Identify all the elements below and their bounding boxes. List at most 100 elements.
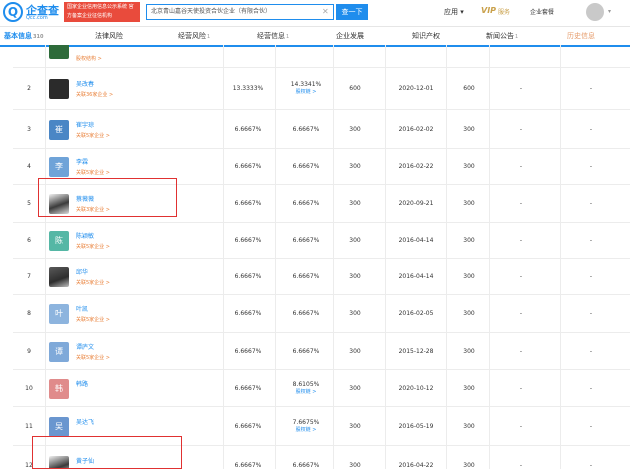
tab-basic-info[interactable]: 基本信息310 [4,27,43,45]
qcc-logo[interactable]: Q 企查查 Qcc.com [3,2,63,24]
related-info: - [589,423,593,430]
top-header: Q 企查查 Qcc.com 国家企业信用信息公示系统 官方备案企业征信机构 北京… [0,0,630,27]
ratio-value: 13.3333% [232,85,264,92]
related-info: - [589,237,593,244]
avatar[interactable]: 李 [49,157,69,177]
shareholder-name[interactable]: 李霖 [76,157,88,166]
paid-amount: 300 [463,310,475,317]
paid-amount: 300 [463,273,475,280]
chevron-down-icon[interactable]: ▾ [608,8,611,15]
clear-icon[interactable]: ✕ [322,7,329,17]
shareholder-name[interactable]: 吴改春 [76,79,94,88]
equity-chain-link[interactable]: 股权链 > [278,88,334,95]
related-companies-link[interactable]: 关联5家企业 > [76,169,110,176]
related-companies-link[interactable]: 关联5家企业 > [76,354,110,361]
subscribed-amount: 300 [349,462,361,469]
tab-label: 企业发展 [336,32,364,40]
shareholder-name[interactable]: 韩路 [76,379,88,388]
tab-count: 1 [286,34,290,40]
related-companies-link[interactable]: 关联5家企业 > [76,132,110,139]
equity-structure-link[interactable]: 股权结构 > [76,55,102,62]
paid-date: - [519,85,523,92]
tab-label: 历史信息 [567,32,595,40]
shareholder-name[interactable]: 陈颖敏 [76,231,94,240]
tab-label: 知识产权 [412,32,440,40]
section-tabs: 基本信息310 法律风险 经营风险1 经营信息1 企业发展 知识产权 新闻公告1… [0,27,630,47]
nav-apps[interactable]: 应用 ▾ [444,7,464,17]
subscribed-amount: 300 [349,310,361,317]
avatar[interactable] [49,267,69,287]
shareholder-table: 股权结构 > 2 吴改春 关联36家企业 >13.3333% 14.3341% 股权链 … [13,45,630,469]
paid-date: - [519,237,523,244]
final-benefit-cell: 14.3341% 股权链 > [278,81,334,95]
row-number: 11 [25,423,33,430]
tab-business-info[interactable]: 经营信息1 [257,27,289,45]
avatar[interactable]: 吴 [49,417,69,437]
promo-banner[interactable]: 国家企业信用信息公示系统 官方备案企业征信机构 [64,2,140,22]
paid-date: - [519,126,523,133]
shareholder-name[interactable]: 邱华 [76,267,88,276]
avatar[interactable]: 韩 [49,379,69,399]
logo-domain: Qcc.com [26,15,48,21]
paid-amount: 300 [463,348,475,355]
paid-date: - [519,200,523,207]
shareholder-name[interactable]: 崔宇琼 [76,120,94,129]
paid-date: - [519,462,523,469]
search-button[interactable]: 查一下 [336,4,368,20]
nav-vip-service[interactable]: 服务 [498,7,510,16]
final-benefit-value: 14.3341% [290,81,322,88]
avatar[interactable] [49,79,69,99]
table-row: 6 陈陈颖敏 关联5家企业 > 6.6667% 6.6667% 300 2016-04-14… [13,223,630,259]
avatar[interactable]: 崔 [49,120,69,140]
tab-label: 法律风险 [95,32,123,40]
related-companies-link[interactable]: 关联5家企业 > [76,316,110,323]
highlight-box [32,436,182,469]
nav-apps-label: 应用 [444,8,458,16]
related-info: - [589,310,593,317]
ratio-value: 6.6667% [234,462,262,469]
nav-enterprise-package[interactable]: 企业套餐 [530,7,554,16]
tab-news[interactable]: 新闻公告1 [486,27,518,45]
tab-legal-risk[interactable]: 法律风险 [95,27,123,45]
related-companies-link[interactable]: 关联5家企业 > [76,243,110,250]
final-benefit-value: 8.6105% [292,381,320,388]
shareholder-name[interactable]: 谭庐文 [76,342,94,351]
ratio-value: 6.6667% [234,237,262,244]
search-input[interactable]: 北京青山嘉谷天使投资合伙企业（有限合伙） [146,4,334,20]
avatar[interactable]: 陈 [49,231,69,251]
avatar[interactable]: 谭 [49,342,69,362]
tab-label: 经营信息 [257,32,285,40]
related-info: - [589,163,593,170]
row-number: 3 [27,126,31,133]
user-avatar[interactable] [586,3,604,21]
shareholder-name[interactable]: 叶凯 [76,304,88,313]
vip-icon[interactable]: VIP [481,6,496,15]
paid-amount: 300 [463,163,475,170]
subscribed-date: 2016-05-19 [398,423,434,430]
tab-development[interactable]: 企业发展 [336,27,364,45]
tab-ip[interactable]: 知识产权 [412,27,440,45]
equity-chain-link[interactable]: 股权链 > [278,388,334,395]
final-benefit-value: 6.6667% [292,126,320,133]
related-companies-link[interactable]: 关联36家企业 > [76,91,113,98]
related-companies-link[interactable]: 关联5家企业 > [76,279,110,286]
related-info: - [589,273,593,280]
subscribed-date: 2016-04-14 [398,273,434,280]
final-benefit-cell: 8.6105% 股权链 > [278,381,334,395]
tab-history[interactable]: 历史信息 [567,27,595,45]
row-number: 6 [27,237,31,244]
subscribed-date: 2020-12-01 [398,85,434,92]
table-row: 2 吴改春 关联36家企业 > 13.3333% 14.3341% 股权链 > 600 202… [13,68,630,110]
row-number: 2 [27,85,31,92]
related-info: - [589,385,593,392]
logo-q-icon: Q [3,2,23,22]
equity-chain-link[interactable]: 股权链 > [278,426,334,433]
ratio-value: 6.6667% [234,385,262,392]
ratio-value: 6.6667% [234,423,262,430]
subscribed-date: 2016-02-22 [398,163,434,170]
avatar[interactable]: 叶 [49,304,69,324]
shareholder-name[interactable]: 吴达飞 [76,417,94,426]
paid-amount: 300 [463,237,475,244]
row-number: 9 [27,348,31,355]
tab-operational-risk[interactable]: 经营风险1 [178,27,210,45]
